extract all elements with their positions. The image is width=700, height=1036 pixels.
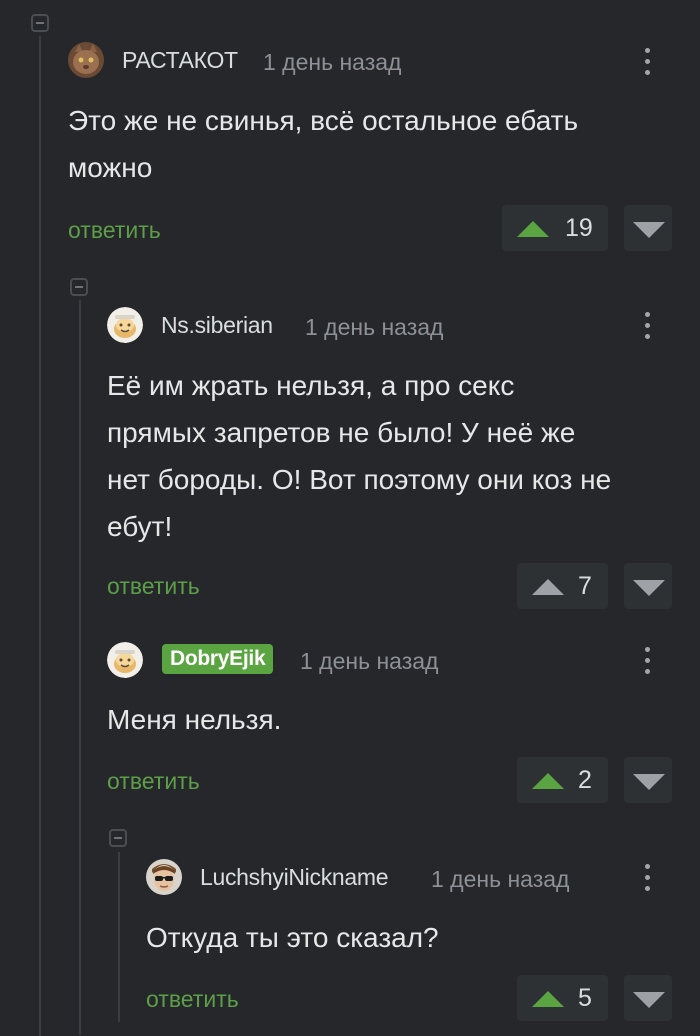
comment-text: Меня нельзя. xyxy=(107,704,282,735)
comment-timestamp: 1 день назад xyxy=(305,314,444,340)
author-name[interactable]: РАСТАКОТ xyxy=(122,47,238,74)
more-options-icon[interactable] xyxy=(642,862,652,894)
arrow-up-icon xyxy=(517,221,549,237)
rating-count: 19 xyxy=(565,214,593,242)
default-avatar[interactable] xyxy=(107,642,143,678)
upvote-button[interactable]: 5 xyxy=(517,975,608,1021)
upvote-button[interactable]: 19 xyxy=(502,205,608,251)
author-name[interactable]: Ns.siberian xyxy=(161,312,273,339)
downvote-button[interactable] xyxy=(624,205,672,251)
collapse-thread-button[interactable] xyxy=(109,829,127,847)
upvote-button[interactable]: 7 xyxy=(517,563,608,609)
collapse-thread-button[interactable] xyxy=(31,14,49,32)
more-options-icon[interactable] xyxy=(642,310,652,342)
reply-button[interactable]: ответить xyxy=(146,986,239,1013)
arrow-up-icon xyxy=(532,991,564,1007)
reply-button[interactable]: ответить xyxy=(107,573,200,600)
downvote-button[interactable] xyxy=(624,975,672,1021)
upvote-button[interactable]: 2 xyxy=(517,757,608,803)
default-avatar[interactable] xyxy=(107,307,143,343)
thread-line xyxy=(79,300,81,1035)
author-name[interactable]: LuchshyiNickname xyxy=(200,864,389,891)
thread-line xyxy=(39,36,41,1036)
comment-text: Откуда ты это сказал? xyxy=(146,922,439,953)
arrow-down-icon xyxy=(633,992,665,1008)
arrow-down-icon xyxy=(633,774,665,790)
rating-count: 2 xyxy=(578,766,592,794)
arrow-up-icon xyxy=(532,579,564,595)
cat-avatar[interactable] xyxy=(68,42,104,78)
reply-button[interactable]: ответить xyxy=(68,217,161,244)
collapse-thread-button[interactable] xyxy=(70,278,88,296)
more-options-icon[interactable] xyxy=(642,645,652,677)
more-options-icon[interactable] xyxy=(642,46,652,78)
rating-count: 5 xyxy=(578,984,592,1012)
thread-line xyxy=(118,852,120,1022)
downvote-button[interactable] xyxy=(624,757,672,803)
downvote-button[interactable] xyxy=(624,563,672,609)
reply-button[interactable]: ответить xyxy=(107,768,200,795)
comment-timestamp: 1 день назад xyxy=(431,866,570,892)
rating-count: 7 xyxy=(578,572,592,600)
arrow-down-icon xyxy=(633,222,665,238)
arrow-down-icon xyxy=(633,580,665,596)
comment-timestamp: 1 день назад xyxy=(263,49,402,75)
comment-text: Это же не свинья, всё остальное ебать мо… xyxy=(68,105,579,183)
comment-text: Её им жрать нельзя, а про секс прямых за… xyxy=(107,370,612,542)
man-sunglasses-avatar[interactable] xyxy=(146,859,182,895)
arrow-up-icon xyxy=(532,773,564,789)
author-badge[interactable]: DobryEjik xyxy=(162,644,274,674)
comment-timestamp: 1 день назад xyxy=(300,648,439,674)
